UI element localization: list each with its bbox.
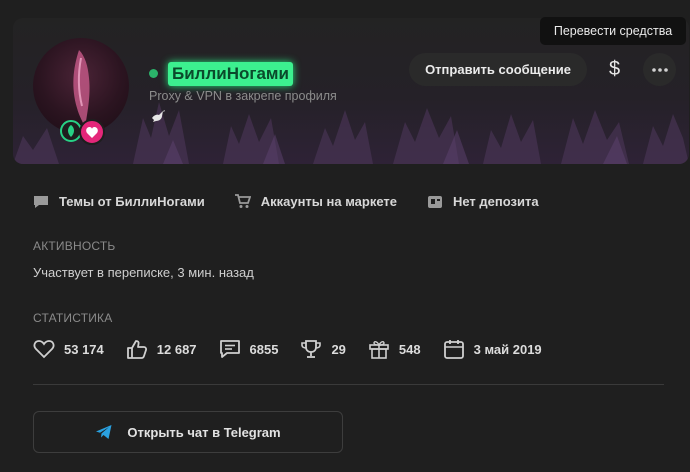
link-user-threads[interactable]: Темы от БиллиНогами	[33, 194, 205, 209]
telegram-icon	[96, 425, 112, 439]
send-message-button[interactable]: Отправить сообщение	[409, 53, 587, 86]
stat-trophies-value: 29	[331, 341, 346, 357]
stat-registered[interactable]: 3 май 2019	[443, 339, 542, 359]
link-user-threads-label: Темы от БиллиНогами	[59, 194, 205, 209]
online-indicator	[149, 69, 158, 78]
stat-messages-value: 6855	[249, 341, 279, 357]
more-button[interactable]	[643, 53, 676, 86]
stat-registered-value: 3 май 2019	[473, 341, 542, 357]
stat-likes[interactable]: 53 174	[33, 339, 104, 359]
stat-gifts[interactable]: 548	[368, 339, 421, 359]
stats-heading: СТАТИСТИКА	[33, 311, 113, 325]
more-dots-icon	[651, 67, 668, 72]
link-deposit[interactable]: Нет депозита	[427, 194, 539, 209]
activity-heading: АКТИВНОСТЬ	[33, 239, 116, 253]
calendar-icon	[443, 340, 464, 359]
gift-icon	[369, 341, 389, 359]
stats-row: 53 174 12 687 6855 29 548 3 май 2019	[33, 339, 564, 359]
link-market-accounts[interactable]: Аккаунты на маркете	[234, 194, 397, 209]
heart-badge-icon[interactable]	[79, 119, 105, 145]
section-divider	[33, 384, 664, 385]
stat-thumbs-value: 12 687	[156, 341, 197, 357]
transfer-money-button[interactable]: $	[598, 53, 631, 86]
activity-text: Участвует в переписке, 3 мин. назад	[33, 265, 254, 280]
message-icon	[219, 340, 240, 358]
stat-thumbs[interactable]: 12 687	[126, 339, 197, 359]
dollar-icon: $	[608, 58, 621, 80]
stat-trophies[interactable]: 29	[300, 339, 346, 359]
deposit-icon	[427, 195, 442, 208]
cart-icon	[234, 194, 251, 208]
link-market-accounts-label: Аккаунты на маркете	[260, 194, 397, 209]
profile-status-text: Proxy & VPN в закрепе профиля	[149, 89, 337, 103]
avatar-image	[73, 50, 90, 128]
profile-links: Темы от БиллиНогами Аккаунты на маркете …	[33, 194, 539, 209]
open-telegram-chat-label: Открыть чат в Telegram	[127, 424, 281, 440]
heart-icon	[33, 340, 55, 359]
stat-messages[interactable]: 6855	[219, 339, 279, 359]
trophy-icon	[301, 340, 322, 358]
stat-gifts-value: 548	[398, 341, 421, 357]
chat-bubble-icon	[34, 195, 48, 208]
avatar[interactable]	[33, 38, 129, 134]
open-telegram-chat-button[interactable]: Открыть чат в Telegram	[33, 411, 343, 453]
link-deposit-label: Нет депозита	[452, 194, 539, 209]
username[interactable]: БиллиНогами	[168, 62, 293, 86]
stat-likes-value: 53 174	[64, 341, 104, 357]
thumbs-up-icon	[126, 340, 147, 359]
dove-icon	[150, 108, 166, 127]
tooltip-transfer-funds: Перевести средства	[540, 17, 686, 45]
